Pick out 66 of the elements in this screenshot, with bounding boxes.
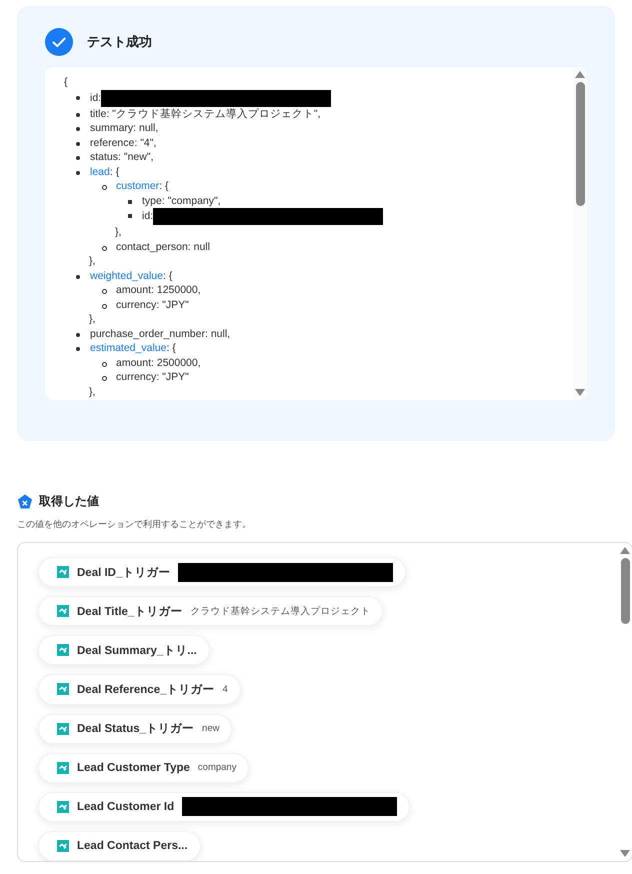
bullet-icon xyxy=(102,289,107,294)
bullet-icon xyxy=(76,112,80,116)
app-icon xyxy=(57,800,69,813)
key-link[interactable]: lead xyxy=(90,164,110,179)
section-title: 取得した値 xyxy=(39,493,99,510)
key-link[interactable]: estimated_value xyxy=(90,341,166,356)
value-chip[interactable]: Deal ID_トリガー xyxy=(38,557,406,588)
check-icon xyxy=(45,28,73,56)
value-chip[interactable]: Deal Status_トリガー new xyxy=(38,714,232,744)
bullet-icon xyxy=(76,96,80,100)
code-text: purchase_order_number: null, xyxy=(90,326,230,341)
value-chip[interactable]: Lead Customer Id xyxy=(38,792,410,822)
code-text: title: "クラウド基幹システム導入プロジェクト", xyxy=(90,106,321,121)
status-title: テスト成功 xyxy=(87,33,152,51)
app-icon xyxy=(57,605,69,618)
key-link[interactable]: customer xyxy=(116,179,160,194)
scrollbar[interactable] xyxy=(573,67,587,400)
variable-icon xyxy=(17,494,33,510)
app-icon xyxy=(57,644,69,656)
bullet-icon xyxy=(102,362,107,366)
bullet-icon xyxy=(76,127,80,131)
bullet-icon xyxy=(128,200,132,204)
code-text: amount: 2500000, xyxy=(116,356,201,370)
code-text: id: xyxy=(90,90,102,106)
code-text: id: xyxy=(142,209,154,224)
bullet-icon xyxy=(76,142,80,146)
bullet-icon xyxy=(102,246,107,250)
code-text: : { xyxy=(166,341,176,356)
code-line: }, xyxy=(89,384,96,399)
value-chip[interactable]: Lead Customer Type company xyxy=(38,752,250,783)
code-text: status: "new", xyxy=(90,150,154,164)
bullet-icon xyxy=(76,274,80,278)
code-line: }, xyxy=(115,225,122,240)
value-chip[interactable]: Deal Summary_トリ... xyxy=(38,635,210,666)
app-icon xyxy=(57,566,69,578)
section-description: この値を他のオペレーションで利用することができます。 xyxy=(17,518,252,531)
code-text: reference: "4", xyxy=(90,136,156,150)
bullet-icon xyxy=(102,376,107,381)
code-line: }, xyxy=(89,254,96,268)
code-text: : { xyxy=(110,164,120,179)
code-text: summary: null, xyxy=(90,121,158,136)
code-text: currency: "JPY" xyxy=(116,298,189,312)
bullet-icon xyxy=(76,332,80,336)
bullet-icon xyxy=(76,170,80,174)
code-text: type: "company", xyxy=(142,194,221,208)
code-text: : { xyxy=(162,268,172,283)
value-chip[interactable]: Deal Reference_トリガー 4 xyxy=(38,674,241,704)
code-text: contact_person: null xyxy=(116,240,210,254)
scrollbar[interactable] xyxy=(618,543,632,861)
bullet-icon xyxy=(128,214,132,218)
bullet-icon xyxy=(76,156,80,160)
bullet-icon xyxy=(102,304,107,308)
app-icon xyxy=(57,762,69,774)
value-chip[interactable]: Lead Contact Pers... xyxy=(38,830,201,861)
bullet-icon xyxy=(102,185,107,190)
code-text: amount: 1250000, xyxy=(116,283,201,298)
code-text: : { xyxy=(159,179,169,194)
app-icon xyxy=(57,722,69,735)
code-line: }, xyxy=(89,312,96,326)
code-text: currency: "JPY" xyxy=(116,370,189,384)
bullet-icon xyxy=(76,347,80,351)
app-icon xyxy=(57,840,69,852)
key-link[interactable]: weighted_value xyxy=(90,268,163,283)
value-chip[interactable]: Deal Title_トリガー クラウド基幹システム導入プロジェクト xyxy=(38,596,384,626)
app-icon xyxy=(57,683,69,696)
code-line: { xyxy=(64,75,69,90)
